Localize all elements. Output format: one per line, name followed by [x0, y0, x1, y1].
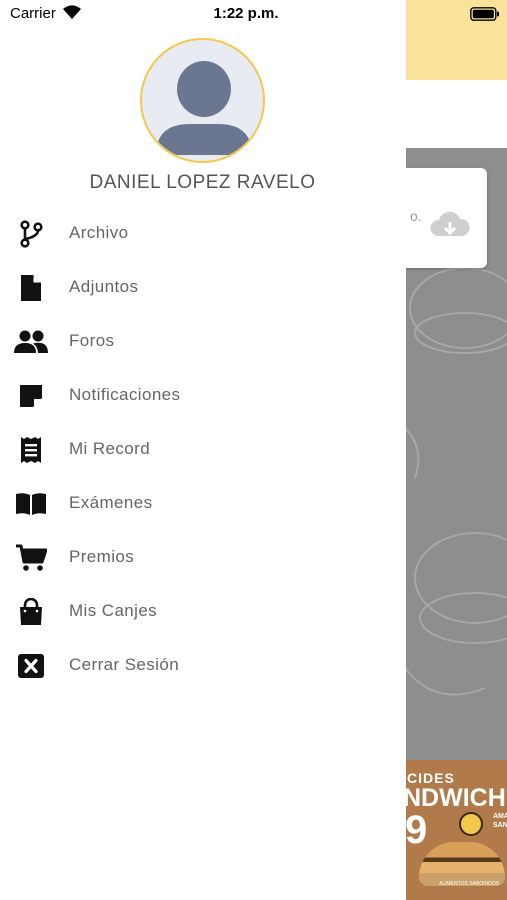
banner-side-text: AMA SANI [493, 813, 507, 829]
menu-label: Exámenes [69, 493, 153, 512]
menu-item-cerrar-sesion[interactable]: Cerrar Sesión [0, 639, 406, 693]
close-square-icon [14, 651, 48, 681]
sandwich-image [419, 842, 505, 886]
menu-item-foros[interactable]: Foros [0, 315, 406, 369]
menu-label: Foros [69, 331, 115, 350]
users-icon [14, 327, 48, 357]
sticky-note-icon [14, 381, 48, 411]
user-name: DANIEL LOPEZ RAVELO [89, 172, 316, 193]
menu-label: Mis Canjes [69, 601, 158, 620]
promo-banner[interactable]: CIDES NDWICH 9 AMA SANI ALIMENTOS SABORI… [405, 760, 507, 900]
menu-label: Cerrar Sesión [69, 655, 180, 674]
menu-item-mi-record[interactable]: Mi Record [0, 423, 406, 477]
battery-icon [470, 7, 499, 21]
menu-label: Adjuntos [69, 277, 139, 296]
download-card[interactable]: o. [392, 168, 487, 268]
status-bar: Carrier 1:22 p.m. [0, 0, 507, 30]
banner-number: 9 [405, 808, 428, 852]
menu-item-adjuntos[interactable]: Adjuntos [0, 261, 406, 315]
chicken-badge-icon [459, 812, 483, 836]
user-silhouette-icon [156, 61, 252, 155]
menu-label: Archivo [69, 223, 129, 242]
cloud-download-icon[interactable] [430, 210, 470, 240]
menu-label: Premios [69, 547, 135, 566]
shopping-bag-icon [14, 597, 48, 627]
branch-icon [14, 219, 48, 249]
side-drawer: DANIEL LOPEZ RAVELO Archivo Adjuntos For… [0, 0, 406, 900]
receipt-icon [14, 435, 48, 465]
status-time: 1:22 p.m. [213, 5, 279, 22]
menu-item-premios[interactable]: Premios [0, 531, 406, 585]
file-icon [14, 273, 48, 303]
banner-bottom-text: ALIMENTOS SABORIDOS [439, 881, 499, 887]
menu-label: Mi Record [69, 439, 151, 458]
cart-icon [14, 543, 48, 573]
avatar[interactable] [140, 38, 265, 163]
menu-item-notificaciones[interactable]: Notificaciones [0, 369, 406, 423]
book-icon [14, 489, 48, 519]
menu-item-archivo[interactable]: Archivo [0, 207, 406, 261]
menu-item-mis-canjes[interactable]: Mis Canjes [0, 585, 406, 639]
menu-label: Notificaciones [69, 385, 181, 404]
menu-item-examenes[interactable]: Exámenes [0, 477, 406, 531]
card-text: o. [410, 208, 422, 224]
